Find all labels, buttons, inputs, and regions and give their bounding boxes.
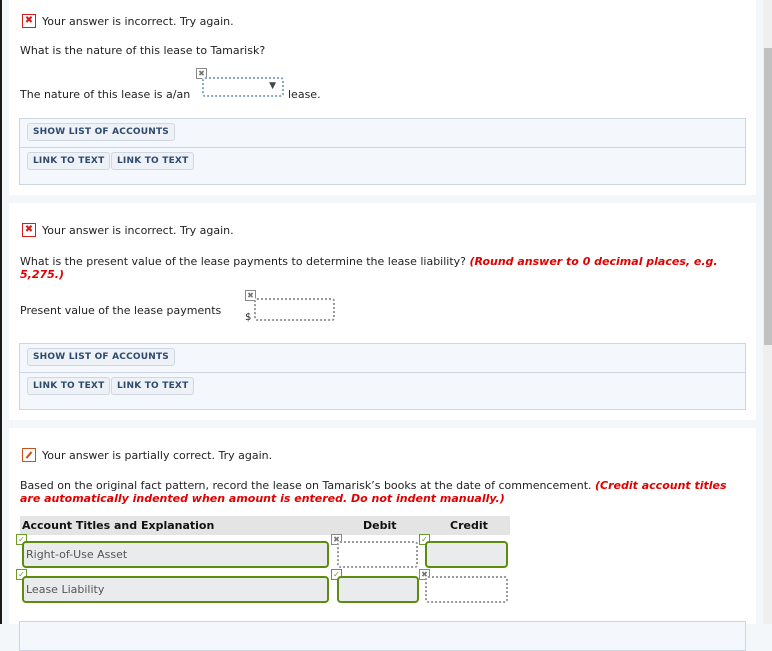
link-to-text-button[interactable]: LINK TO TEXT — [27, 377, 111, 395]
question-prompt: What is the present value of the lease p… — [20, 255, 745, 281]
status-text: Your answer is incorrect. Try again. — [42, 14, 234, 28]
credit-input[interactable] — [425, 576, 508, 603]
prompt-text: Based on the original fact pattern, reco… — [20, 479, 592, 492]
debit-input[interactable] — [337, 541, 418, 568]
question-panel-2: ✖ Your answer is incorrect. Try again. W… — [9, 203, 756, 420]
link-to-text-button[interactable]: LINK TO TEXT — [111, 377, 195, 395]
currency-symbol: $ — [245, 312, 252, 323]
status-text: Your answer is incorrect. Try again. — [42, 223, 234, 237]
answer-status: Your answer is partially correct. Try ag… — [22, 448, 272, 462]
account-title-value: Right-of-Use Asset — [26, 548, 128, 561]
scrollbar-thumb[interactable] — [764, 48, 772, 345]
question-prompt: Based on the original fact pattern, reco… — [20, 479, 750, 505]
header-debit: Debit — [363, 519, 397, 532]
status-text: Your answer is partially correct. Try ag… — [42, 448, 273, 462]
question-panel-3: Your answer is partially correct. Try ag… — [9, 428, 756, 651]
account-title-input[interactable]: Right-of-Use Asset — [22, 541, 329, 568]
journal-table-header: Account Titles and Explanation Debit Cre… — [20, 516, 510, 535]
account-title-input[interactable]: Lease Liability — [22, 576, 329, 603]
header-account-titles: Account Titles and Explanation — [22, 519, 215, 532]
link-to-text-button[interactable]: LINK TO TEXT — [27, 152, 111, 170]
question-prompt: What is the nature of this lease to Tama… — [20, 44, 266, 57]
show-list-of-accounts-button[interactable]: SHOW LIST OF ACCOUNTS — [27, 123, 175, 141]
question-panel-1: ✖ Your answer is incorrect. Try again. W… — [9, 0, 756, 195]
account-title-value: Lease Liability — [26, 583, 105, 596]
incorrect-x-icon: ✖ — [22, 223, 36, 237]
partially-correct-icon — [22, 448, 36, 462]
header-credit: Credit — [450, 519, 488, 532]
debit-input[interactable] — [337, 576, 419, 603]
present-value-input[interactable] — [254, 298, 335, 321]
resource-toolbox: SHOW LIST OF ACCOUNTS LINK TO TEXT LINK … — [19, 118, 746, 185]
chevron-down-icon: ▼ — [269, 81, 276, 91]
sentence-before: The nature of this lease is a/an — [20, 88, 191, 101]
prompt-text: What is the present value of the lease p… — [20, 255, 466, 268]
answer-status: ✖ Your answer is incorrect. Try again. — [22, 223, 234, 237]
show-list-of-accounts-button[interactable]: SHOW LIST OF ACCOUNTS — [27, 348, 175, 366]
sentence-after: lease. — [288, 88, 321, 101]
link-to-text-button[interactable]: LINK TO TEXT — [111, 152, 195, 170]
resource-toolbox — [19, 621, 746, 651]
resource-toolbox: SHOW LIST OF ACCOUNTS LINK TO TEXT LINK … — [19, 343, 746, 410]
answer-status: ✖ Your answer is incorrect. Try again. — [22, 14, 234, 28]
credit-input[interactable] — [425, 541, 508, 568]
window-left-border — [0, 0, 2, 624]
lease-nature-dropdown[interactable]: ▼ — [202, 77, 284, 97]
field-label: Present value of the lease payments — [20, 304, 222, 317]
incorrect-x-icon: ✖ — [22, 14, 36, 28]
